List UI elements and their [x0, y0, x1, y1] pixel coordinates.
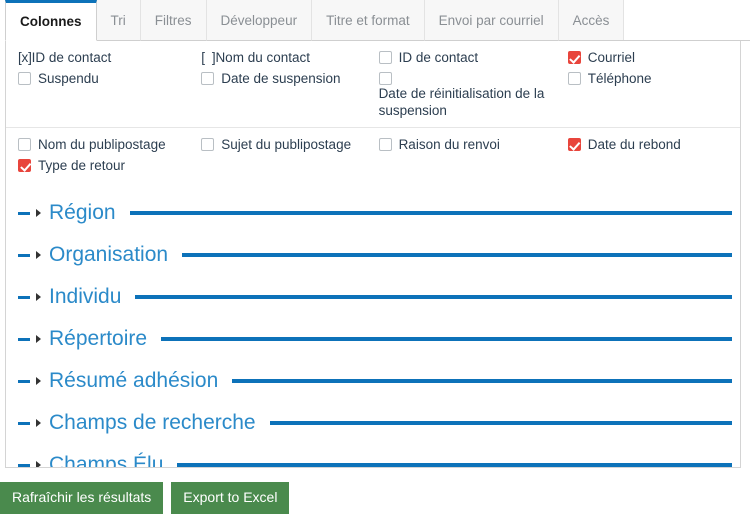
section-divider	[129, 211, 732, 215]
checkbox-item[interactable]: Sujet du publipostage	[193, 136, 370, 153]
tab-titre-et-format[interactable]: Titre et format	[311, 0, 425, 41]
checkbox-icon[interactable]	[201, 72, 215, 85]
tab-tri[interactable]: Tri	[95, 0, 141, 41]
checkbox-icon[interactable]	[378, 72, 392, 85]
checkbox-icon[interactable]	[567, 72, 581, 85]
checkbox-item[interactable]: ID de contact	[371, 49, 558, 66]
checkbox-literal-marker: [x]	[18, 50, 32, 65]
export-to-excel-button[interactable]: Export to Excel	[171, 482, 290, 514]
checkbox-label: Raison du renvoi	[398, 137, 500, 152]
chevron-right-icon[interactable]	[36, 209, 41, 217]
checkbox-icon[interactable]	[18, 72, 31, 85]
checkbox-label: Type de retour	[38, 158, 126, 173]
section-header[interactable]: Organisation	[6, 234, 740, 276]
section-title: Région	[49, 201, 116, 224]
checkbox-checked-icon[interactable]	[18, 159, 31, 172]
minus-icon[interactable]	[18, 379, 30, 383]
checkbox-label: Nom du contact	[215, 50, 310, 65]
minus-icon[interactable]	[18, 421, 30, 425]
minus-icon[interactable]	[18, 211, 30, 215]
checkbox-item[interactable]: Courriel	[558, 49, 740, 66]
section-title: Champs de recherche	[49, 411, 256, 434]
tab-bar-filler	[623, 0, 750, 41]
checkbox-icon[interactable]	[378, 51, 392, 64]
refresh-results-button[interactable]: Rafraîchir les résultats	[0, 482, 164, 514]
section-header[interactable]: Champs Élu	[6, 444, 740, 468]
tab-filtres[interactable]: Filtres	[139, 0, 207, 41]
minus-icon[interactable]	[18, 463, 30, 467]
chevron-right-icon[interactable]	[36, 419, 41, 427]
checkbox-item[interactable]: Raison du renvoi	[371, 136, 558, 153]
tab-bar: Colonnes Tri Filtres Développeur Titre et fo…	[0, 0, 750, 41]
checkbox-label: Téléphone	[587, 71, 652, 86]
section-divider	[135, 295, 732, 299]
section-title: Organisation	[49, 243, 169, 266]
chevron-right-icon[interactable]	[36, 461, 41, 467]
checkbox-icon[interactable]	[378, 138, 392, 151]
checkbox-item[interactable]: [x] ID de contact	[6, 49, 193, 66]
section-header[interactable]: Individu	[6, 276, 740, 318]
footer-actions: Rafraîchir les résultats Export to Excel	[0, 468, 750, 514]
checkbox-item[interactable]: [ ] Nom du contact	[193, 49, 370, 66]
checkbox-icon[interactable]	[201, 138, 215, 151]
section-title: Répertoire	[49, 327, 148, 350]
checkbox-row: Nom du publipostage Sujet du publipostage…	[6, 136, 740, 153]
checkbox-label: ID de contact	[31, 50, 112, 65]
minus-icon[interactable]	[18, 337, 30, 341]
section-divider	[177, 463, 732, 467]
checkbox-row: [x] ID de contact[ ] Nom du contact ID de c…	[6, 49, 740, 66]
section-title: Champs Élu	[49, 453, 164, 468]
checkbox-item[interactable]: Date de réinitialisation de la suspensio…	[371, 70, 558, 119]
tab-colonnes[interactable]: Colonnes	[5, 0, 97, 41]
checkbox-groups: [x] ID de contact[ ] Nom du contact ID de c…	[6, 41, 740, 182]
minus-icon[interactable]	[18, 253, 30, 257]
chevron-right-icon[interactable]	[36, 377, 41, 385]
section-divider	[232, 379, 732, 383]
section-divider	[269, 421, 732, 425]
checkbox-checked-icon[interactable]	[567, 51, 581, 64]
minus-icon[interactable]	[18, 295, 30, 299]
checkbox-group: [x] ID de contact[ ] Nom du contact ID de c…	[6, 41, 740, 127]
columns-panel: [x] ID de contact[ ] Nom du contact ID de c…	[5, 41, 741, 468]
checkbox-label: Courriel	[587, 50, 635, 65]
section-divider	[161, 337, 732, 341]
checkbox-icon[interactable]	[18, 138, 31, 151]
checkbox-label: Date de suspension	[221, 71, 341, 86]
section-header[interactable]: Champs de recherche	[6, 402, 740, 444]
checkbox-row: Type de retour	[6, 157, 740, 174]
section-divider	[182, 253, 732, 257]
tab-d-veloppeur[interactable]: Développeur	[205, 0, 313, 41]
checkbox-item[interactable]: Date de suspension	[193, 70, 370, 87]
checkbox-row: Suspendu Date de suspension Date de réinit…	[6, 70, 740, 119]
section-title: Résumé adhésion	[49, 369, 219, 392]
chevron-right-icon[interactable]	[36, 251, 41, 259]
checkbox-label: Date du rebond	[587, 137, 681, 152]
checkbox-item[interactable]: Téléphone	[558, 70, 740, 87]
checkbox-literal-marker: [ ]	[201, 50, 216, 65]
checkbox-checked-icon[interactable]	[567, 138, 581, 151]
tab-envoi-par-courriel[interactable]: Envoi par courriel	[423, 0, 559, 41]
tab-acc-s[interactable]: Accès	[557, 0, 625, 41]
checkbox-group: Nom du publipostage Sujet du publipostage…	[6, 127, 740, 182]
checkbox-label: Suspendu	[38, 71, 99, 86]
section-header[interactable]: Région	[6, 192, 740, 234]
chevron-right-icon[interactable]	[36, 293, 41, 301]
checkbox-label: Nom du publipostage	[38, 137, 166, 152]
checkbox-label: ID de contact	[398, 50, 479, 65]
checkbox-item[interactable]: Type de retour	[6, 157, 196, 174]
section-header[interactable]: Répertoire	[6, 318, 740, 360]
checkbox-item[interactable]: Suspendu	[6, 70, 193, 87]
checkbox-label: Sujet du publipostage	[221, 137, 352, 152]
section-header[interactable]: Résumé adhésion	[6, 360, 740, 402]
checkbox-item[interactable]: Date du rebond	[558, 136, 740, 153]
checkbox-label: Date de réinitialisation de la suspensio…	[378, 86, 545, 118]
chevron-right-icon[interactable]	[36, 335, 41, 343]
section-title: Individu	[49, 285, 122, 308]
checkbox-item[interactable]: Nom du publipostage	[6, 136, 193, 153]
collapsible-sections: Région Organisation Individu Répertoire Résu…	[6, 182, 740, 468]
